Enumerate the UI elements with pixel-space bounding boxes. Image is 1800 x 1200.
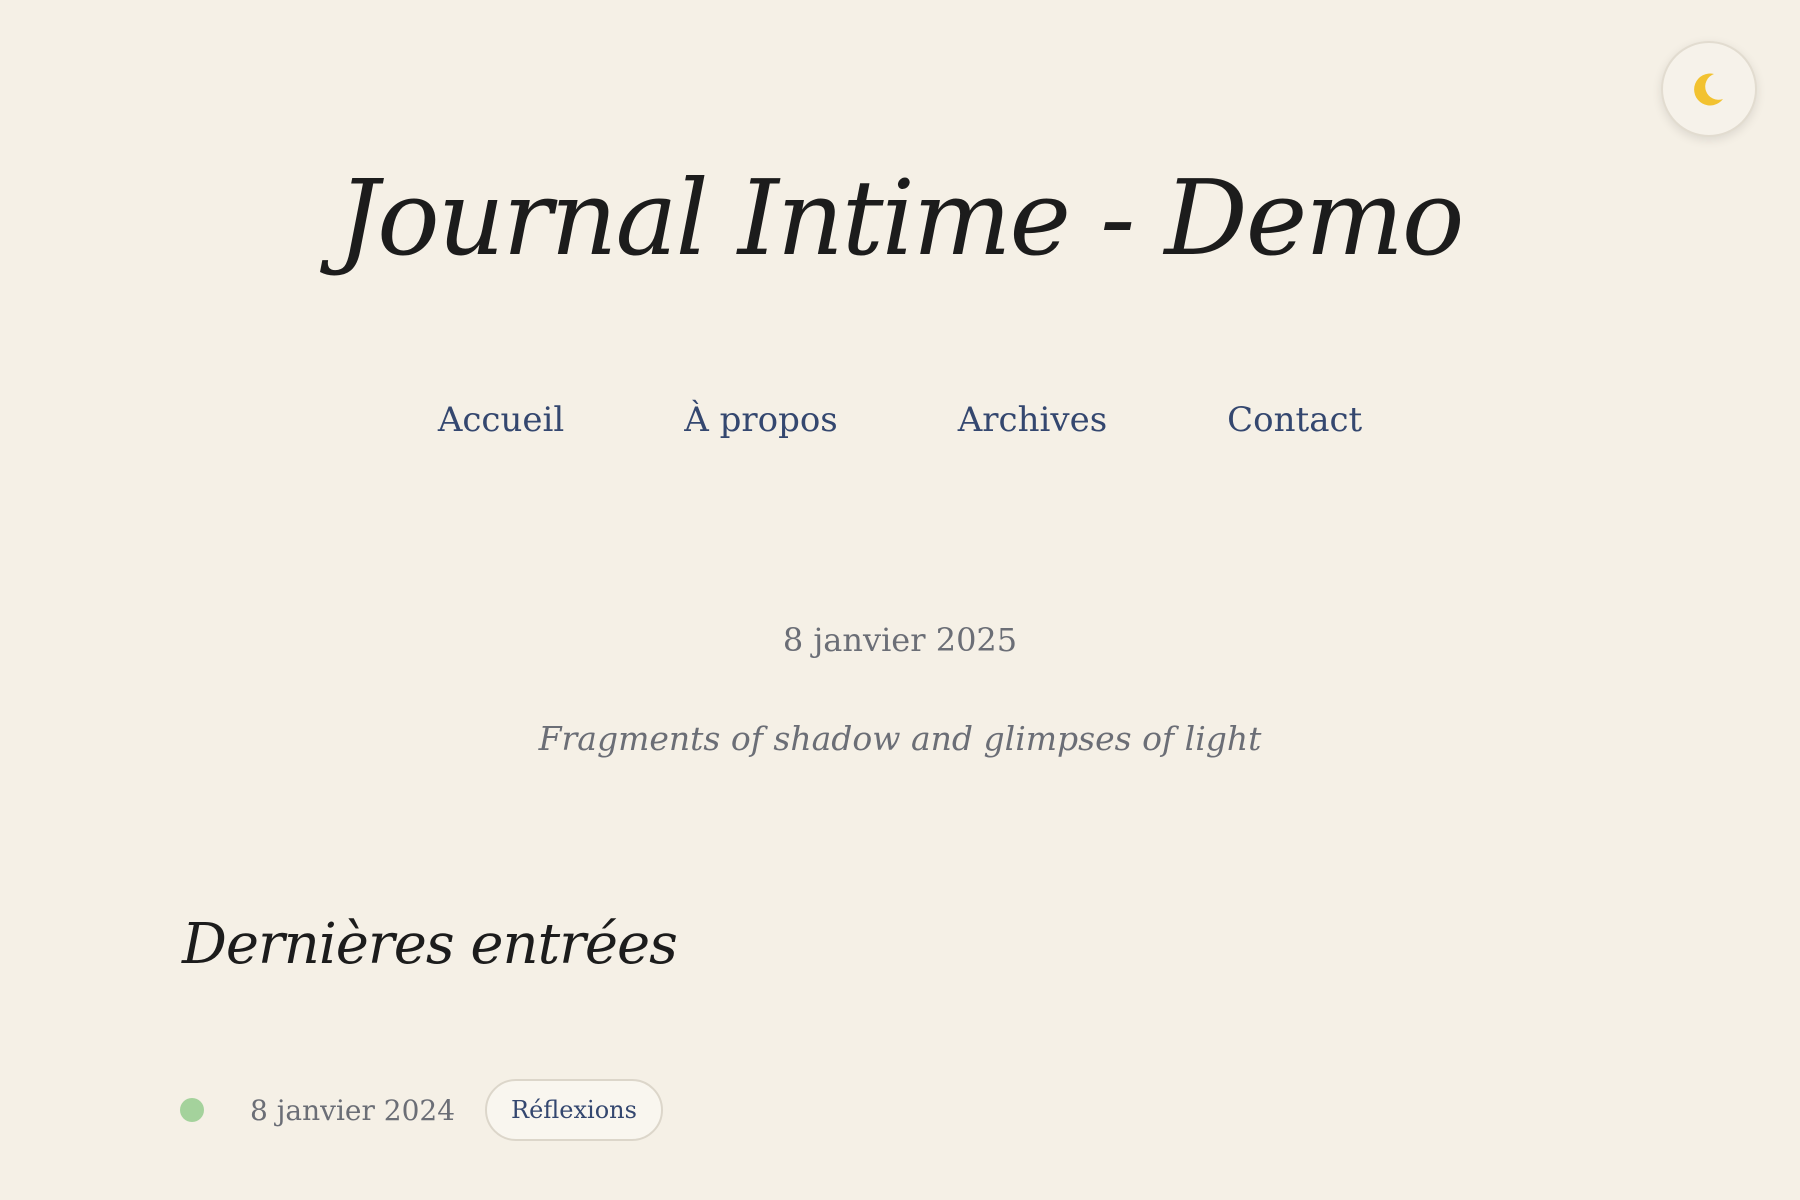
main-nav: Accueil À propos Archives Contact <box>0 395 1800 445</box>
entry-date: 8 janvier 2024 <box>250 1093 456 1127</box>
nav-link-contact[interactable]: Contact <box>1227 395 1362 445</box>
nav-link-archives[interactable]: Archives <box>958 395 1107 445</box>
site-title: Journal Intime - Demo <box>337 157 1464 279</box>
crescent-moon-icon <box>1694 73 1723 106</box>
page-date: 8 janvier 2025 <box>782 621 1018 659</box>
nav-link-a-propos[interactable]: À propos <box>684 395 838 445</box>
site-tagline: Fragments of shadow and glimpses of ligh… <box>538 719 1262 758</box>
entry-tag-badge[interactable]: Réflexions <box>485 1079 663 1141</box>
entry-meta: 8 janvier 2024 Réflexions <box>180 1079 663 1141</box>
theme-toggle-button[interactable] <box>1661 41 1757 137</box>
entry-status-dot <box>180 1098 204 1122</box>
nav-link-accueil[interactable]: Accueil <box>438 395 564 445</box>
latest-entries-heading: Dernières entrées <box>182 912 678 977</box>
